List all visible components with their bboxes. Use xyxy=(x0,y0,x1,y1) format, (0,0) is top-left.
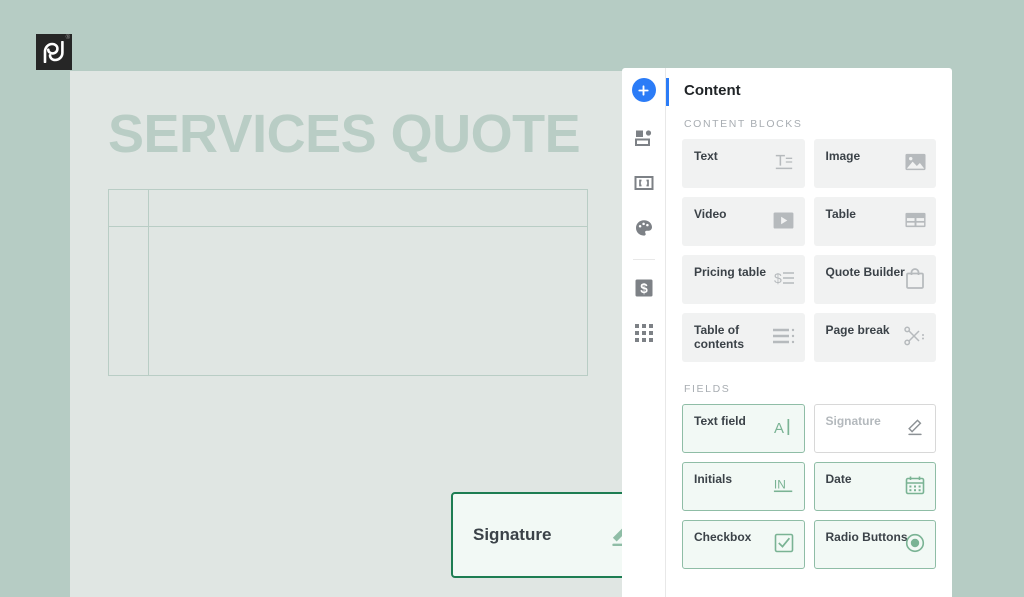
panel-active-accent xyxy=(666,78,669,106)
rail-item-variables[interactable] xyxy=(630,169,658,197)
grid-apps-icon xyxy=(634,324,653,342)
field-card-label: Signature xyxy=(825,414,881,428)
section-label-fields: FIELDS xyxy=(684,383,731,395)
field-card-initials[interactable]: Initials IN xyxy=(682,462,805,511)
svg-text:IN: IN xyxy=(773,478,785,492)
panel-body: Content CONTENT BLOCKS Text Image Video … xyxy=(666,68,952,597)
table-cell[interactable] xyxy=(149,190,587,226)
dragged-signature-label: Signature xyxy=(473,525,552,544)
text-cursor-icon: A xyxy=(773,416,795,438)
rail-item-theme[interactable] xyxy=(630,214,658,242)
image-icon xyxy=(904,151,926,173)
pandadoc-logo-icon xyxy=(43,41,64,63)
rail-item-apps[interactable] xyxy=(630,319,658,347)
table-cell[interactable] xyxy=(109,190,149,226)
pricing-list-icon: $ xyxy=(773,267,795,289)
block-card-pricing-table[interactable]: Pricing table $ xyxy=(682,255,805,304)
field-card-text-field[interactable]: Text field A xyxy=(682,404,805,453)
block-card-label: Table of contents xyxy=(694,323,745,351)
rail-item-pricing[interactable]: $ xyxy=(630,274,658,302)
rail-divider xyxy=(632,259,655,260)
document-title: SERVICES QUOTE xyxy=(108,104,581,164)
block-card-label: Page break xyxy=(825,323,890,337)
table-cell[interactable] xyxy=(149,227,587,375)
table-cell[interactable] xyxy=(109,227,149,375)
tool-rail: $ xyxy=(622,68,666,597)
document-canvas[interactable]: SERVICES QUOTE Signature xyxy=(70,71,656,597)
table-icon xyxy=(904,209,926,231)
block-card-image[interactable]: Image xyxy=(813,139,936,188)
rail-item-content-library[interactable] xyxy=(630,124,658,152)
block-card-label: Image xyxy=(825,149,861,163)
video-play-icon xyxy=(773,209,795,231)
block-card-label: Quote Builder xyxy=(825,265,905,279)
palette-icon xyxy=(635,220,652,236)
content-panel: $ Content CONTENT BLOCKS Text Image Vide… xyxy=(622,68,952,597)
svg-text:A: A xyxy=(774,420,784,437)
field-card-date[interactable]: Date xyxy=(813,462,936,511)
pandadoc-logo[interactable]: ® xyxy=(36,34,72,70)
initials-in-icon: IN xyxy=(773,474,795,496)
signature-pen-icon xyxy=(904,416,926,438)
field-card-label: Initials xyxy=(694,472,733,486)
content-blocks-grid: Text Image Video Table Pricing table $ Q… xyxy=(682,139,936,362)
calendar-icon xyxy=(904,474,926,496)
document-table[interactable] xyxy=(108,189,588,376)
svg-text:$: $ xyxy=(640,281,648,296)
rail-item-add-block[interactable] xyxy=(631,78,656,102)
block-card-quote-builder[interactable]: Quote Builder xyxy=(813,255,936,304)
svg-text:$: $ xyxy=(774,270,782,286)
registered-mark: ® xyxy=(65,35,70,41)
table-row[interactable] xyxy=(109,190,587,227)
radio-button-icon xyxy=(904,532,926,554)
field-card-label: Text field xyxy=(694,414,746,428)
block-card-table[interactable]: Table xyxy=(813,197,936,246)
variables-brackets-icon xyxy=(634,176,653,190)
table-row[interactable] xyxy=(109,227,587,375)
scissors-icon xyxy=(904,325,926,347)
block-card-label: Text xyxy=(694,149,718,163)
field-card-checkbox[interactable]: Checkbox xyxy=(682,520,805,569)
dollar-icon: $ xyxy=(635,279,652,297)
block-card-label: Pricing table xyxy=(694,265,767,279)
field-card-label: Checkbox xyxy=(694,530,752,544)
block-card-label: Video xyxy=(694,207,727,221)
block-card-table-of-contents[interactable]: Table of contents xyxy=(682,313,805,362)
text-icon xyxy=(773,151,795,173)
block-card-page-break[interactable]: Page break xyxy=(813,313,936,362)
section-label-content-blocks: CONTENT BLOCKS xyxy=(684,118,803,130)
field-card-label: Radio Buttons xyxy=(825,530,908,544)
checkbox-icon xyxy=(773,532,795,554)
toc-icon xyxy=(772,325,795,347)
field-card-radio-buttons[interactable]: Radio Buttons xyxy=(813,520,936,569)
field-card-signature[interactable]: Signature xyxy=(813,404,936,453)
panel-title: Content xyxy=(684,82,741,99)
block-card-video[interactable]: Video xyxy=(682,197,805,246)
block-card-text[interactable]: Text xyxy=(682,139,805,188)
content-blocks-icon xyxy=(634,130,651,146)
shopping-bag-icon xyxy=(904,267,926,289)
block-card-label: Table xyxy=(825,207,856,221)
plus-icon xyxy=(638,84,649,96)
field-card-label: Date xyxy=(825,472,852,486)
fields-grid: Text field A Signature Initials IN Date … xyxy=(682,404,936,569)
